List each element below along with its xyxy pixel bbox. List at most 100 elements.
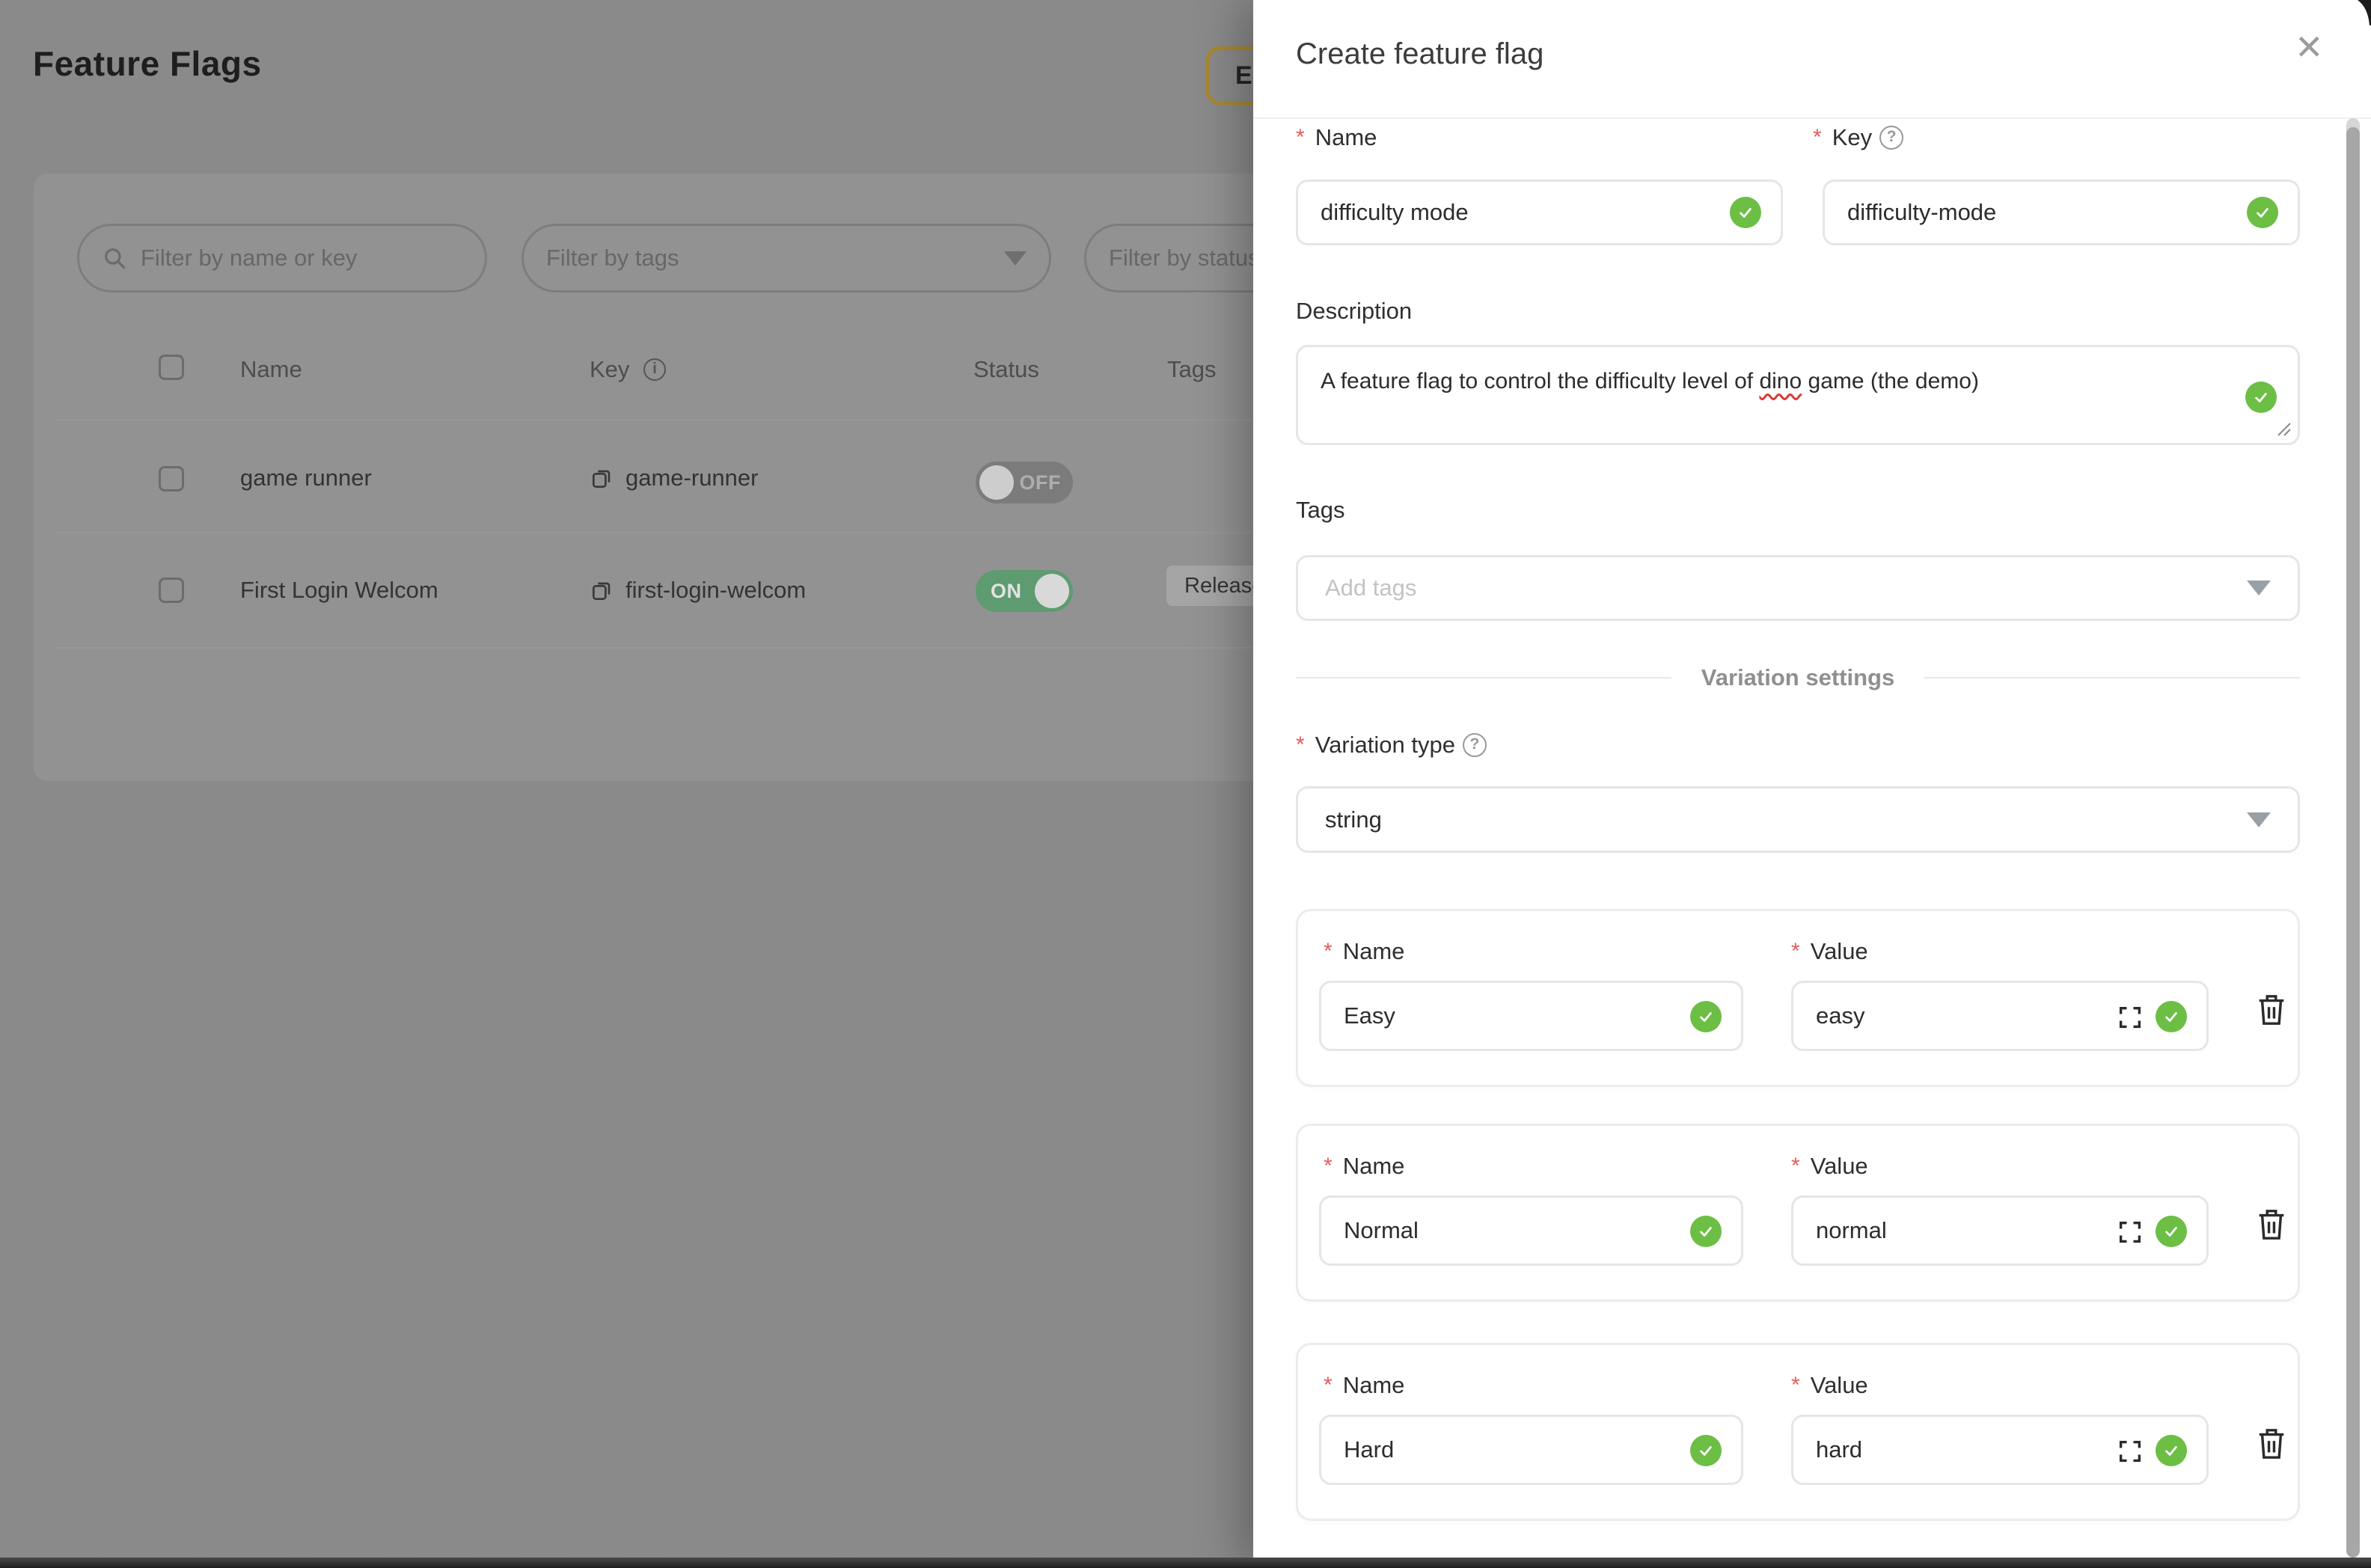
- flag-key[interactable]: game-runner: [625, 462, 758, 494]
- filter-tags-placeholder: Filter by tags: [546, 245, 991, 272]
- help-icon[interactable]: ?: [1879, 126, 1903, 150]
- chevron-down-icon: [2247, 581, 2271, 595]
- valid-check-icon: [2245, 382, 2277, 413]
- variation-name-label: *Name: [1324, 1153, 1404, 1180]
- expand-icon[interactable]: [2117, 1438, 2144, 1465]
- valid-check-icon: [2156, 1435, 2187, 1466]
- tags-placeholder: Add tags: [1325, 575, 1416, 601]
- column-header-key: Key: [590, 352, 629, 387]
- key-input-wrap: [1823, 180, 2300, 245]
- variation-value-input-wrap: [1791, 981, 2209, 1051]
- variation-type-value: string: [1325, 806, 1382, 833]
- copy-icon[interactable]: [590, 579, 614, 603]
- required-asterisk: *: [1813, 125, 1822, 150]
- filter-tags[interactable]: Filter by tags: [521, 224, 1051, 293]
- toggle-knob: [1035, 574, 1069, 608]
- variation-value-input-wrap: [1791, 1195, 2209, 1266]
- search-icon: [102, 245, 127, 271]
- variation-type-select[interactable]: string: [1296, 786, 2300, 853]
- valid-check-icon: [1730, 197, 1761, 228]
- valid-check-icon: [2156, 1216, 2187, 1247]
- key-input[interactable]: [1825, 182, 2298, 243]
- required-asterisk: *: [1324, 939, 1333, 964]
- filter-name-placeholder: Filter by name or key: [141, 245, 462, 272]
- copy-icon[interactable]: [590, 467, 614, 491]
- variation-type-label: * Variation type ?: [1296, 732, 1487, 759]
- variation-name-label: *Name: [1324, 1372, 1404, 1399]
- delete-variation-icon[interactable]: [2254, 991, 2289, 1029]
- delete-variation-icon[interactable]: [2254, 1425, 2289, 1463]
- description-textarea[interactable]: A feature flag to control the difficulty…: [1296, 345, 2300, 445]
- tags-label: Tags: [1296, 497, 1344, 524]
- valid-check-icon: [1690, 1216, 1722, 1247]
- flag-name[interactable]: game runner: [240, 462, 372, 494]
- info-icon[interactable]: i: [643, 358, 666, 381]
- variation-value-input[interactable]: [1793, 983, 2206, 1049]
- toggle-label: ON: [991, 570, 1022, 612]
- row-checkbox[interactable]: [159, 578, 184, 603]
- close-icon[interactable]: ✕: [2295, 30, 2324, 64]
- key-label: * Key ?: [1813, 124, 1903, 151]
- filter-name-or-key[interactable]: Filter by name or key: [77, 224, 487, 293]
- toggle-knob: [979, 465, 1014, 500]
- chevron-down-icon: [1004, 251, 1027, 266]
- description-text: A feature flag to control the difficulty…: [1321, 369, 1759, 393]
- toggle-label: OFF: [1020, 462, 1062, 503]
- expand-icon[interactable]: [2117, 1219, 2144, 1246]
- valid-check-icon: [2247, 197, 2278, 228]
- expand-icon[interactable]: [2117, 1004, 2144, 1031]
- tags-select[interactable]: Add tags: [1296, 555, 2300, 621]
- column-header-name: Name: [240, 352, 302, 387]
- description-text: game (the demo): [1802, 369, 1979, 393]
- variation-name-input-wrap: [1319, 1195, 1743, 1266]
- required-asterisk: *: [1324, 1373, 1333, 1398]
- select-all-checkbox[interactable]: [159, 355, 184, 380]
- flag-key[interactable]: first-login-welcom: [625, 574, 806, 607]
- row-checkbox[interactable]: [159, 466, 184, 491]
- name-input-wrap: [1296, 180, 1783, 245]
- screen: Feature Flags En Filter by name or key F…: [0, 0, 2371, 1568]
- create-flag-drawer: Create feature flag ✕ * Name * Key ?: [1253, 0, 2371, 1568]
- cursor-artifact: [2352, 0, 2371, 25]
- help-icon[interactable]: ?: [1463, 733, 1487, 757]
- column-header-tags: Tags: [1167, 352, 1216, 387]
- scrollbar-thumb[interactable]: [2346, 127, 2360, 1558]
- variation-value-label: *Value: [1791, 1372, 1868, 1399]
- header-divider: [1253, 117, 2371, 119]
- status-toggle[interactable]: ON: [976, 570, 1073, 612]
- chevron-down-icon: [2247, 812, 2271, 827]
- variation-value-label: *Value: [1791, 938, 1868, 965]
- required-asterisk: *: [1791, 939, 1800, 964]
- valid-check-icon: [1690, 1001, 1722, 1032]
- variation-name-input-wrap: [1319, 1415, 1743, 1485]
- variation-value-input[interactable]: [1793, 1417, 2206, 1483]
- flag-name[interactable]: First Login Welcom: [240, 574, 438, 607]
- variation-card: *Name *Value: [1296, 1124, 2300, 1302]
- required-asterisk: *: [1791, 1373, 1800, 1398]
- resize-handle[interactable]: [2275, 420, 2292, 437]
- valid-check-icon: [1690, 1435, 1722, 1466]
- required-asterisk: *: [1296, 732, 1305, 758]
- column-header-status: Status: [973, 352, 1039, 387]
- delete-variation-icon[interactable]: [2254, 1206, 2289, 1243]
- variation-name-input[interactable]: [1321, 1198, 1741, 1264]
- required-asterisk: *: [1324, 1154, 1333, 1179]
- variation-name-input[interactable]: [1321, 983, 1741, 1049]
- required-asterisk: *: [1791, 1154, 1800, 1179]
- page-title: Feature Flags: [33, 43, 262, 84]
- divider-line: [1924, 677, 2300, 679]
- variation-settings-divider: Variation settings: [1296, 663, 2300, 693]
- required-asterisk: *: [1296, 125, 1305, 150]
- name-input[interactable]: [1298, 182, 1781, 243]
- variation-value-label: *Value: [1791, 1153, 1868, 1180]
- variation-value-input[interactable]: [1793, 1198, 2206, 1264]
- variation-name-input[interactable]: [1321, 1417, 1741, 1483]
- status-toggle[interactable]: OFF: [976, 462, 1073, 503]
- divider-line: [1296, 677, 1671, 679]
- variation-name-input-wrap: [1319, 981, 1743, 1051]
- variation-card: *Name *Value: [1296, 1343, 2300, 1521]
- name-label: * Name: [1296, 124, 1377, 151]
- divider-text: Variation settings: [1701, 664, 1894, 691]
- variation-name-label: *Name: [1324, 938, 1404, 965]
- bottom-bar: [0, 1558, 2371, 1568]
